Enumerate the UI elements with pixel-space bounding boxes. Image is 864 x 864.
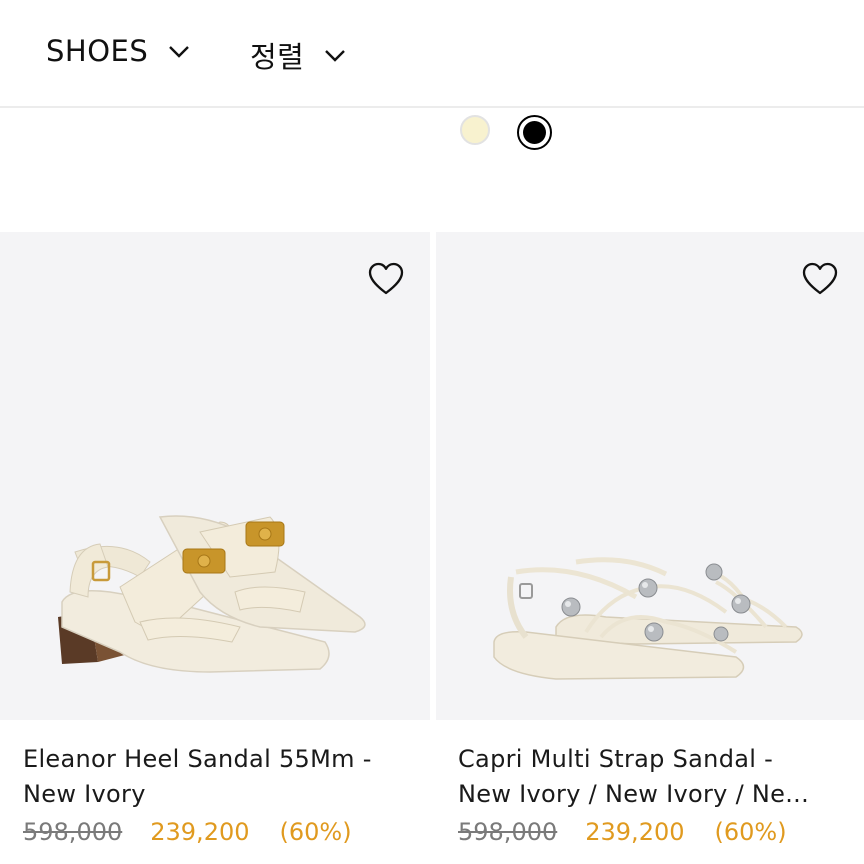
product-name[interactable]: Capri Multi Strap Sandal - New Ivory / N… (458, 742, 848, 812)
sort-filter-label: 정렬 (250, 40, 305, 74)
heel-sandal-image (58, 515, 366, 673)
original-price: 598,000 (23, 818, 123, 846)
sale-price: 239,200 (150, 818, 250, 846)
heart-icon[interactable] (802, 262, 838, 296)
color-swatches (0, 113, 864, 150)
product-image[interactable] (436, 232, 864, 720)
swatch-black-selected[interactable] (517, 115, 552, 150)
chevron-down-icon (325, 50, 346, 62)
product-card[interactable]: Capri Multi Strap Sandal - New Ivory / N… (436, 232, 864, 864)
product-name-line2: New Ivory (23, 780, 146, 808)
product-image[interactable] (0, 232, 430, 720)
category-filter[interactable]: SHOES (46, 34, 192, 68)
product-card[interactable]: Eleanor Heel Sandal 55Mm - New Ivory 598… (0, 232, 430, 864)
discount-rate: (60%) (279, 818, 352, 846)
original-price: 598,000 (458, 818, 558, 846)
price-row: 598,000 239,200 (60%) (458, 818, 787, 846)
product-name[interactable]: Eleanor Heel Sandal 55Mm - New Ivory (23, 742, 413, 812)
product-name-line2: New Ivory / New Ivory / Ne... (458, 780, 810, 808)
sale-price: 239,200 (585, 818, 685, 846)
category-filter-label: SHOES (46, 34, 149, 68)
discount-rate: (60%) (714, 818, 787, 846)
sort-filter[interactable]: 정렬 (250, 34, 348, 76)
product-name-line1: Capri Multi Strap Sandal - (458, 745, 774, 773)
price-row: 598,000 239,200 (60%) (23, 818, 352, 846)
swatch-ivory[interactable] (460, 115, 490, 145)
strap-sandal-image (493, 557, 803, 680)
product-name-line1: Eleanor Heel Sandal 55Mm - (23, 745, 372, 773)
filter-bar: SHOES 정렬 (0, 0, 864, 108)
chevron-down-icon (169, 46, 190, 58)
heart-icon[interactable] (368, 262, 404, 296)
